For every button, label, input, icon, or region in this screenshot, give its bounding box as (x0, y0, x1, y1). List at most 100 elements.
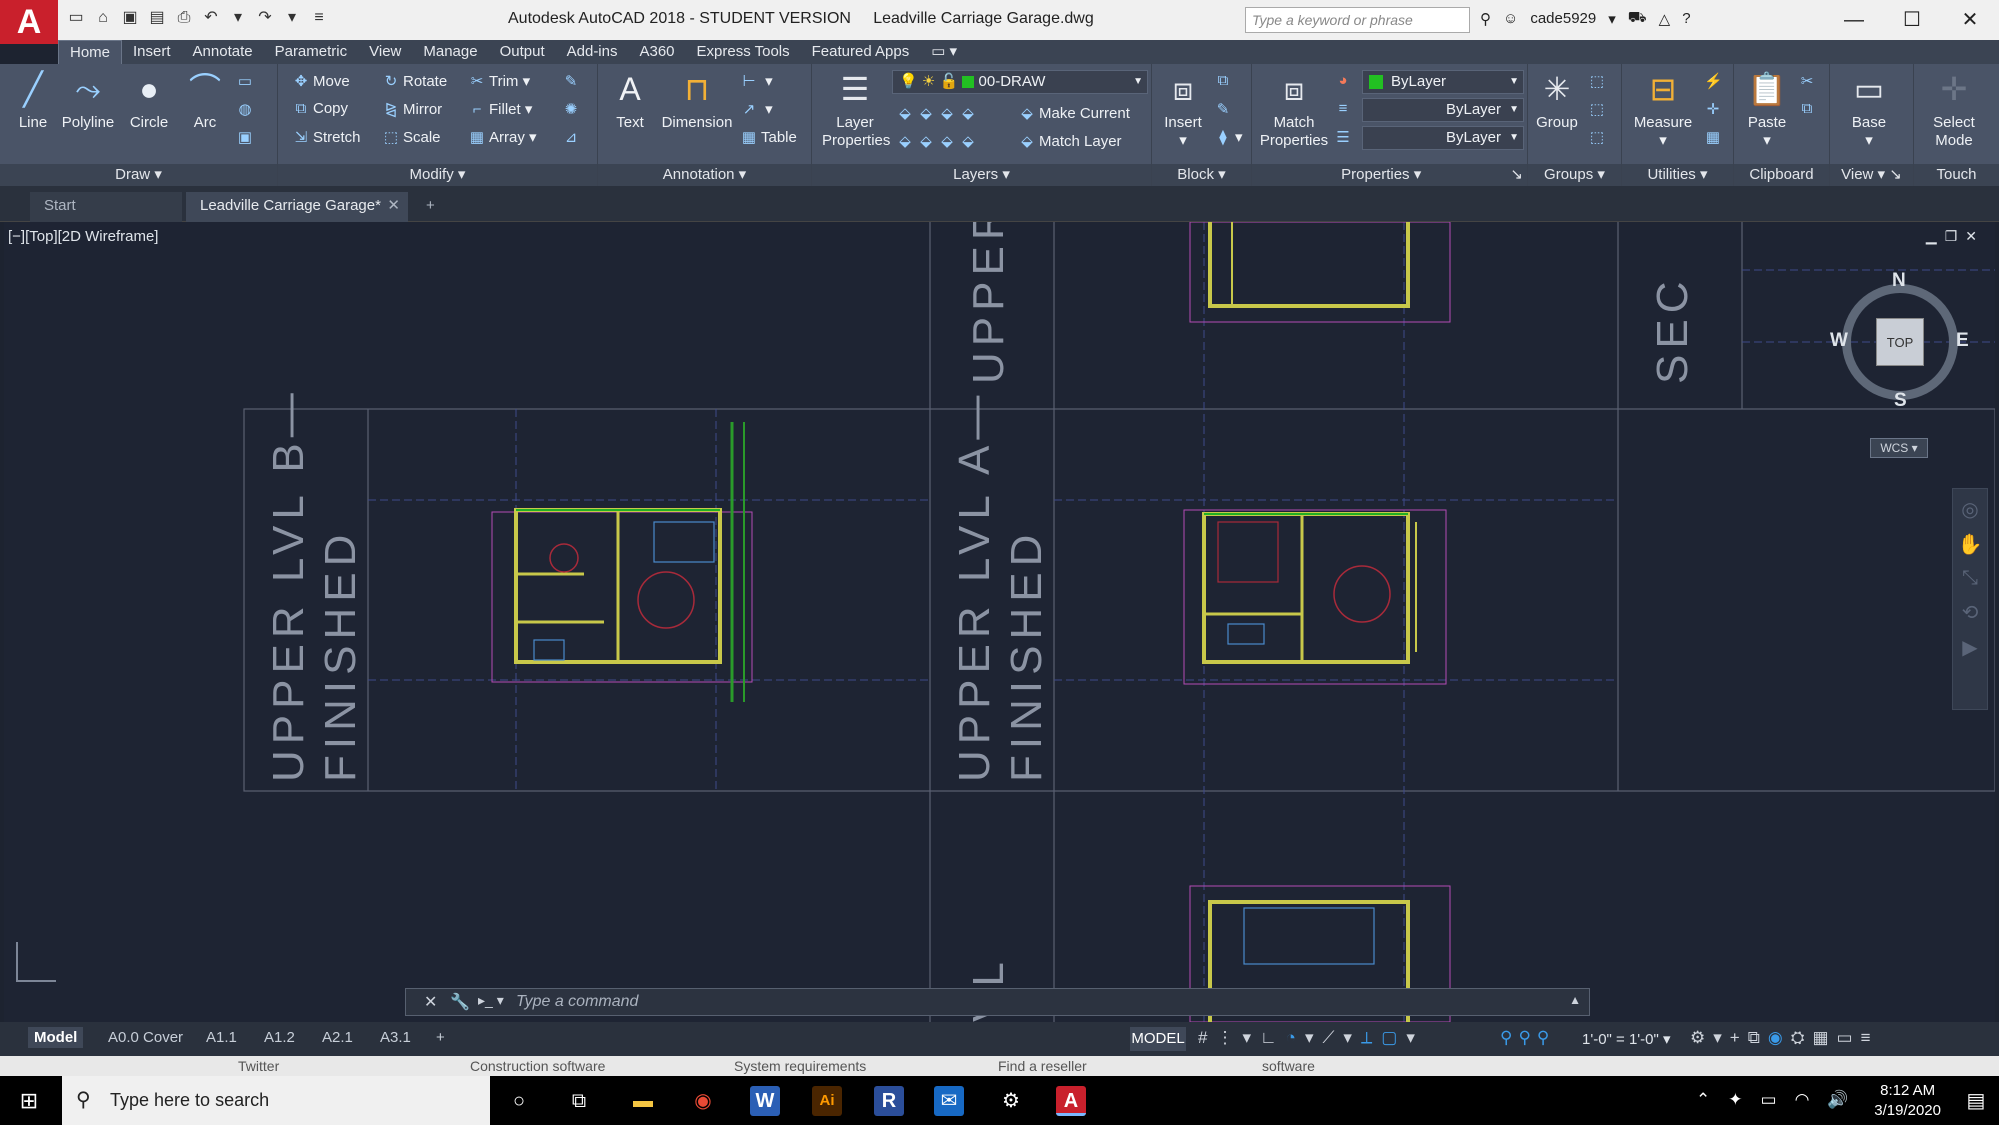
mirror-button[interactable]: ⧎ Mirror (382, 100, 442, 118)
tab-express-tools[interactable]: Express Tools (686, 40, 801, 64)
orbit-icon[interactable]: ⟲ (1953, 600, 1987, 625)
close-icon[interactable]: ✕ (1941, 0, 1999, 40)
calculator-tool[interactable]: ▦ (1704, 128, 1725, 146)
task-view-icon[interactable]: ⧉ (564, 1086, 594, 1116)
file-explorer-icon[interactable]: ▬ (628, 1086, 658, 1116)
edit-block-tool[interactable]: ✎ (1214, 100, 1235, 118)
a360-icon[interactable]: △ (1659, 10, 1671, 28)
array-button[interactable]: ▦ Array ▾ (468, 128, 537, 146)
layout-tab-a00[interactable]: A0.0 Cover (102, 1027, 189, 1048)
tab-a360[interactable]: A360 (628, 40, 685, 64)
table-button[interactable]: ▦ Table (740, 128, 797, 146)
compass-west[interactable]: W (1830, 330, 1848, 352)
command-prompt-icon[interactable]: ▸_ ▾ (478, 992, 504, 1009)
layout-tab-a21[interactable]: A2.1 (316, 1027, 359, 1048)
annotation-visibility-icon[interactable]: ⚲ (1500, 1028, 1518, 1047)
illustrator-icon[interactable]: Ai (812, 1086, 842, 1116)
dimension-button[interactable]: ⊓ Dimension (658, 68, 736, 131)
annotation-scale-icon[interactable]: ⚲ (1537, 1028, 1555, 1047)
chrome-icon[interactable]: ◉ (688, 1086, 718, 1116)
utilities-panel-label[interactable]: Utilities ▾ (1622, 164, 1733, 186)
annotation-scale-dropdown[interactable]: 1'-0" = 1'-0" ▾ (1582, 1030, 1671, 1048)
action-center-icon[interactable]: ▤ (1961, 1086, 1991, 1116)
new-file-icon[interactable]: ▭ (66, 8, 86, 28)
match-properties-button[interactable]: ⧈ Match Properties (1256, 68, 1332, 150)
layout-tab-model[interactable]: Model (28, 1027, 84, 1048)
tab-featured-apps[interactable]: Featured Apps (801, 40, 921, 64)
fillet-button[interactable]: ⌐ Fillet ▾ (468, 100, 533, 118)
command-line[interactable]: ✕ 🔧 ▸_ ▾ Type a command ▲ (405, 988, 1590, 1016)
help-search-input[interactable]: Type a keyword or phrase (1245, 7, 1470, 33)
model-viewport[interactable]: [−][Top][2D Wireframe] UPPER LVL B— FINI… (4, 222, 1995, 1022)
viewcube[interactable]: TOP N S W E (1830, 270, 1969, 412)
trim-button[interactable]: ✂ Trim ▾ (468, 72, 530, 90)
undo-icon[interactable]: ↶ (201, 8, 221, 28)
layer-properties-button[interactable]: ☰ Layer Properties (822, 68, 890, 150)
chevron-down-icon[interactable]: ▾ (1343, 1028, 1361, 1047)
hardware-accel-icon[interactable]: ⛭ (1791, 1028, 1813, 1047)
revit-icon[interactable]: R (874, 1086, 904, 1116)
chevron-down-icon[interactable]: ▾ (1713, 1028, 1730, 1047)
tab-manage[interactable]: Manage (412, 40, 488, 64)
arc-button[interactable]: ⌒ Arc (182, 68, 228, 131)
measure-button[interactable]: ⊟ Measure ▾ (1628, 68, 1698, 149)
quick-select-tool[interactable]: ⚡ (1704, 72, 1725, 90)
command-input[interactable]: Type a command (516, 993, 638, 1011)
steering-wheel-icon[interactable]: ◎ (1953, 497, 1987, 522)
group-edit-tool[interactable]: ⬚ (1588, 100, 1609, 118)
color-dropdown[interactable]: ByLayer ▼ (1362, 70, 1524, 94)
make-current-button[interactable]: ⬙ Make Current (1018, 104, 1130, 122)
grid-icon[interactable]: # (1198, 1028, 1216, 1047)
rotate-button[interactable]: ↻ Rotate (382, 72, 448, 90)
layer-tools-row1[interactable]: ⬙ ⬙ ⬙ ⬙ (896, 104, 980, 122)
group-button[interactable]: ✳ Group (1534, 68, 1580, 131)
move-button[interactable]: ✥ Move (292, 72, 350, 90)
attribute-tool[interactable]: ⧫ ▾ (1214, 128, 1242, 146)
layers-panel-label[interactable]: Layers ▾ (812, 164, 1151, 186)
clean-screen-icon[interactable]: ▭ (1837, 1028, 1861, 1047)
tab-drawing[interactable]: Leadville Carriage Garage* ✕ (186, 192, 408, 222)
linetype-dropdown[interactable]: ByLayer ▼ (1362, 98, 1524, 122)
wifi-icon[interactable]: ◠ (1795, 1090, 1828, 1109)
tab-home[interactable]: Home (58, 39, 123, 65)
block-panel-label[interactable]: Block ▾ (1152, 164, 1251, 186)
units-icon[interactable]: ⧉ (1748, 1028, 1768, 1047)
dialog-launcher-icon[interactable]: ↘ (1889, 166, 1902, 183)
redo-icon[interactable]: ↷ (255, 8, 275, 28)
isolate-objects-icon[interactable]: ◉ (1768, 1028, 1791, 1047)
chevron-down-icon[interactable]: ▾ (1608, 10, 1616, 28)
circle-button[interactable]: ● Circle (124, 68, 174, 131)
osnap-track-icon[interactable]: ⟂ (1361, 1028, 1381, 1047)
text-button[interactable]: A Text (610, 68, 650, 131)
help-icon[interactable]: ? (1682, 10, 1690, 27)
workspace-gear-icon[interactable]: ⚙ (1690, 1028, 1713, 1047)
insert-button[interactable]: ⧈ Insert ▾ (1158, 68, 1208, 149)
layer-dropdown[interactable]: 💡 ☀ 🔓 00-DRAW ▼ (892, 70, 1148, 94)
tab-start[interactable]: Start (30, 192, 182, 222)
modify-panel-label[interactable]: Modify ▾ (278, 164, 597, 186)
tab-insert[interactable]: Insert (122, 40, 182, 64)
battery-icon[interactable]: ▭ (1761, 1090, 1795, 1109)
tab-addins[interactable]: Add-ins (556, 40, 629, 64)
leader-tool[interactable]: ↗ ▾ (740, 100, 773, 118)
ortho-icon[interactable]: ∟ (1260, 1028, 1286, 1047)
base-button[interactable]: ▭ Base ▾ (1844, 68, 1894, 149)
chevron-down-icon[interactable]: ▾ (1305, 1028, 1323, 1047)
print-icon[interactable]: ⎙ (174, 8, 194, 28)
close-command-line-icon[interactable]: ✕ (424, 992, 437, 1012)
tab-annotate[interactable]: Annotate (182, 40, 264, 64)
performance-icon[interactable]: ▦ (1812, 1028, 1836, 1047)
vp-close-icon[interactable]: ✕ (1965, 228, 1985, 244)
annotation-panel-label[interactable]: Annotation ▾ (598, 164, 811, 186)
lineweight-dropdown[interactable]: ByLayer ▼ (1362, 126, 1524, 150)
properties-panel-label[interactable]: Properties ▾ ↘ (1252, 164, 1527, 186)
vp-restore-icon[interactable]: ❐ (1945, 228, 1966, 244)
compass-south[interactable]: S (1894, 390, 1907, 412)
copy-clip-tool[interactable]: ⧉ (1798, 100, 1819, 117)
autocad-taskbar-icon[interactable]: A (1056, 1086, 1086, 1116)
ungroup-tool[interactable]: ⬚ (1588, 72, 1609, 90)
select-mode-button[interactable]: ✛ Select Mode (1916, 68, 1992, 150)
cut-tool[interactable]: ✂ (1798, 72, 1819, 90)
chevron-down-icon[interactable]: ▾ (1406, 1028, 1424, 1047)
minimize-icon[interactable]: — (1825, 0, 1883, 40)
